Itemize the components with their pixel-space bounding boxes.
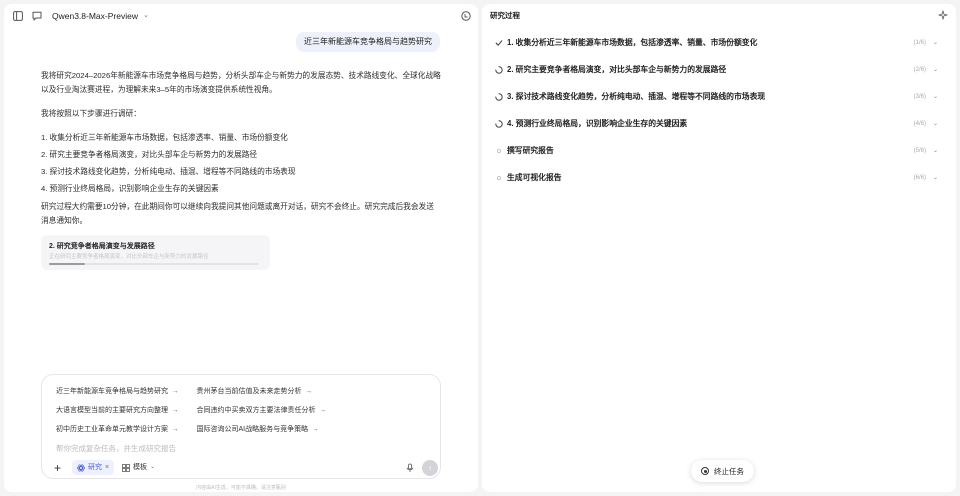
- suggestion-chip[interactable]: 国际咨询公司AI战略服务与竞争策略 →: [191, 423, 325, 437]
- arrow-right-icon: →: [172, 407, 179, 414]
- assistant-steps-list: 1. 收集分析近三年新能源车市场数据，包括渗透率、销量、市场份额变化 2. 研究…: [41, 129, 296, 197]
- research-progress-card[interactable]: 2. 研究竞争者格局演变与发展路径 正在研究主要竞争者格局演变，对比头部车企与新…: [41, 235, 270, 270]
- research-step[interactable]: 3. 探讨技术路线变化趋势，分析纯电动、插混、增程等不同路线的市场表现 (3/6)…: [494, 89, 946, 105]
- history-icon[interactable]: [460, 10, 472, 22]
- card-subtitle: 正在研究主要竞争者格局演变，对比头部车企与新势力的发展路径: [49, 254, 209, 260]
- app-window: Qwen3.8-Max-Preview ⌄ 近三年新能源车竞争格局与趋势研究 我…: [0, 0, 960, 496]
- research-step-count: (3/6): [913, 94, 926, 100]
- send-button[interactable]: ↑: [422, 460, 438, 476]
- spinner-icon: [494, 119, 504, 129]
- suggestion-row: 大语言模型当前的主要研究方向整理 → 合同违约中买卖双方主要法律责任分析 →: [50, 404, 332, 418]
- template-button[interactable]: 模板 ⌄: [122, 460, 155, 475]
- chevron-down-icon[interactable]: ⌄: [933, 118, 938, 130]
- atom-icon: [77, 463, 85, 472]
- grid-icon: [122, 463, 130, 472]
- arrow-right-icon: →: [319, 407, 327, 414]
- chat-topbar: Qwen3.8-Max-Preview ⌄: [4, 4, 478, 28]
- card-title: 2. 研究竞争者格局演变与发展路径: [49, 243, 155, 250]
- research-panel-title: 研究过程: [490, 11, 520, 20]
- sparkle-icon[interactable]: [938, 10, 950, 22]
- assistant-steps-intro: 我将按照以下步骤进行调研：: [41, 109, 141, 118]
- list-item: 2. 研究主要竞争者格局演变，对比头部车企与新势力的发展路径: [41, 150, 258, 159]
- research-step-count: (6/6): [913, 175, 926, 181]
- research-step-label: 4. 预测行业终局格局，识别影响企业生存的关键因素: [507, 119, 688, 128]
- pending-dot-icon: [494, 146, 504, 156]
- arrow-right-icon: →: [172, 426, 179, 433]
- research-step[interactable]: 2. 研究主要竞争者格局演变，对比头部车企与新势力的发展路径 (2/6) ⌄: [494, 62, 946, 78]
- assistant-intro: 我将研究2024–2026年新能源车市场竞争格局与趋势，分析头部车企与新势力的发…: [41, 71, 441, 94]
- composer: 近三年新能源车竞争格局与趋势研究 → 贵州茅台当前估值及未来走势分析 → 大语言模型…: [41, 374, 441, 479]
- research-step[interactable]: 4. 预测行业终局格局，识别影响企业生存的关键因素 (4/6) ⌄: [494, 116, 946, 132]
- disclaimer-footnote: 内容由AI生成，可能不准确，请注意甄别: [196, 485, 286, 491]
- chevron-down-icon: ⌄: [150, 464, 156, 470]
- arrow-right-icon: →: [305, 388, 313, 395]
- suggestion-chip[interactable]: 初中历史工业革命单元教学设计方案 →: [50, 423, 185, 437]
- chevron-down-icon[interactable]: ⌄: [933, 64, 938, 76]
- research-step-label: 2. 研究主要竞争者格局演变，对比头部车企与新势力的发展路径: [507, 65, 727, 74]
- chevron-down-icon[interactable]: ⌄: [933, 145, 938, 157]
- progress-bar-fill: [49, 263, 85, 265]
- suggestion-row: 初中历史工业革命单元教学设计方案 → 国际咨询公司AI战略服务与竞争策略 →: [50, 423, 325, 437]
- plus-icon[interactable]: +: [54, 462, 61, 474]
- research-step-count: (4/6): [913, 121, 926, 127]
- prompt-input[interactable]: 帮你完成复杂任务，并生成研究报告: [56, 443, 176, 454]
- suggestion-chip[interactable]: 贵州茅台当前估值及未来走势分析 →: [191, 385, 319, 399]
- research-panel: 研究过程 1. 收集分析近三年新能源车市场数据，包括渗透率、销量、市场份额变化 (…: [482, 4, 956, 492]
- arrow-right-icon: →: [172, 388, 179, 395]
- model-selector[interactable]: Qwen3.8-Max-Preview: [52, 10, 138, 22]
- research-step-label: 生成可视化报告: [507, 173, 562, 182]
- chevron-down-icon[interactable]: ⌄: [143, 10, 149, 22]
- research-step-count: (2/6): [913, 67, 926, 73]
- progress-bar: [49, 263, 259, 265]
- chevron-down-icon[interactable]: ⌄: [933, 91, 938, 103]
- research-step[interactable]: 1. 收集分析近三年新能源车市场数据，包括渗透率、销量、市场份额变化 (1/6) ⌄: [494, 35, 946, 51]
- list-item: 3. 探讨技术路线变化趋势，分析纯电动、插混、增程等不同路线的市场表现: [41, 167, 296, 176]
- check-icon: [494, 38, 504, 48]
- stop-task-button[interactable]: 终止任务: [691, 460, 754, 482]
- new-chat-icon[interactable]: [31, 10, 43, 22]
- research-step[interactable]: 生成可视化报告 (6/6) ⌄: [494, 170, 946, 186]
- user-message-bubble: 近三年新能源车竞争格局与趋势研究: [296, 32, 440, 52]
- research-step-label: 1. 收集分析近三年新能源车市场数据，包括渗透率、销量、市场份额变化: [507, 38, 758, 47]
- research-step[interactable]: 撰写研究报告 (5/6) ⌄: [494, 143, 946, 159]
- spinner-icon: [494, 92, 504, 102]
- sidebar-toggle-icon[interactable]: [12, 10, 24, 22]
- research-step-count: (1/6): [913, 40, 926, 46]
- list-item: 1. 收集分析近三年新能源车市场数据，包括渗透率、销量、市场份额变化: [41, 133, 288, 142]
- research-mode-label: 研究: [88, 464, 102, 471]
- list-item: 4. 预测行业终局格局，识别影响企业生存的关键因素: [41, 184, 219, 193]
- suggestion-row: 近三年新能源车竞争格局与趋势研究 → 贵州茅台当前估值及未来走势分析 →: [50, 385, 318, 399]
- research-step-label: 3. 探讨技术路线变化趋势，分析纯电动、插混、增程等不同路线的市场表现: [507, 92, 766, 101]
- stop-icon: [701, 467, 709, 475]
- stop-task-label: 终止任务: [714, 466, 744, 476]
- arrow-right-icon: →: [312, 426, 319, 433]
- chevron-down-icon[interactable]: ⌄: [933, 37, 938, 49]
- suggestion-chip[interactable]: 合同违约中买卖双方主要法律责任分析 →: [191, 404, 333, 418]
- research-step-label: 撰写研究报告: [507, 146, 554, 155]
- spinner-icon: [494, 65, 504, 75]
- research-step-count: (5/6): [913, 148, 926, 154]
- assistant-closing: 研究过程大约需要10分钟，在此期间你可以继续向我提问其他问题或离开对话，研究不会…: [41, 202, 434, 225]
- research-mode-chip[interactable]: 研究 ×: [72, 460, 115, 475]
- suggestion-chip[interactable]: 大语言模型当前的主要研究方向整理 →: [50, 404, 185, 418]
- suggestion-chip[interactable]: 近三年新能源车竞争格局与趋势研究 →: [50, 385, 185, 399]
- chat-panel: Qwen3.8-Max-Preview ⌄ 近三年新能源车竞争格局与趋势研究 我…: [4, 4, 478, 492]
- microphone-icon[interactable]: [405, 463, 415, 473]
- close-icon[interactable]: ×: [105, 460, 109, 475]
- chevron-down-icon[interactable]: ⌄: [933, 172, 938, 184]
- pending-dot-icon: [494, 173, 504, 183]
- template-label: 模板: [133, 464, 147, 471]
